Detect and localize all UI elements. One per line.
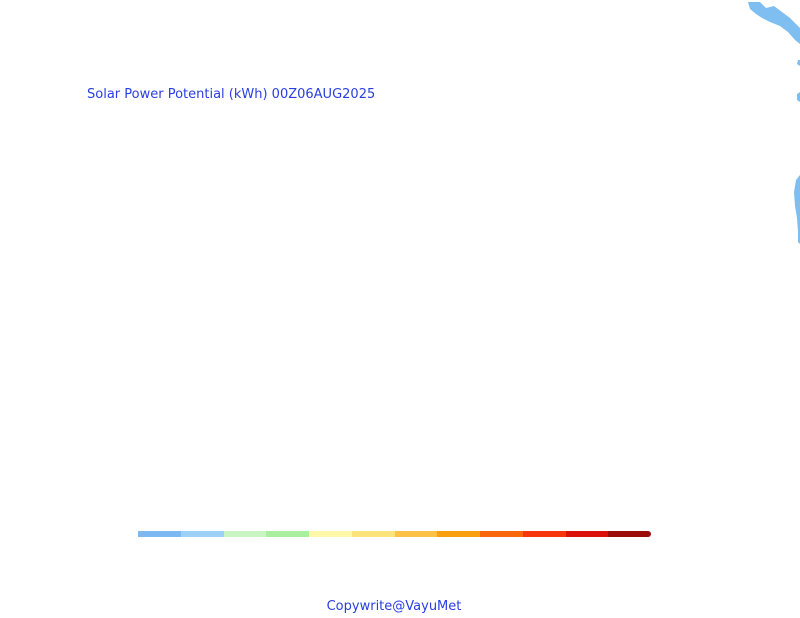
colorbar-swatch — [223, 531, 267, 537]
colorbar-swatch — [138, 531, 181, 537]
colorbar-swatch — [437, 531, 480, 537]
colorbar-swatch — [180, 531, 224, 537]
water-body-top-right — [748, 2, 800, 44]
colorbar-swatch — [565, 531, 609, 537]
colorbar-swatch — [394, 531, 438, 537]
legend-colorbar — [138, 531, 651, 537]
map-canvas — [748, 2, 800, 244]
colorbar-swatch — [309, 531, 352, 537]
colorbar-swatch — [351, 531, 395, 537]
copyright-text: Copywrite@VayuMet — [326, 599, 462, 614]
colorbar-swatch — [480, 531, 523, 537]
colorbar-swatch — [608, 531, 651, 537]
colorbar-swatch — [266, 531, 309, 537]
water-body-right-edge — [794, 175, 800, 244]
colorbar-swatch — [522, 531, 566, 537]
